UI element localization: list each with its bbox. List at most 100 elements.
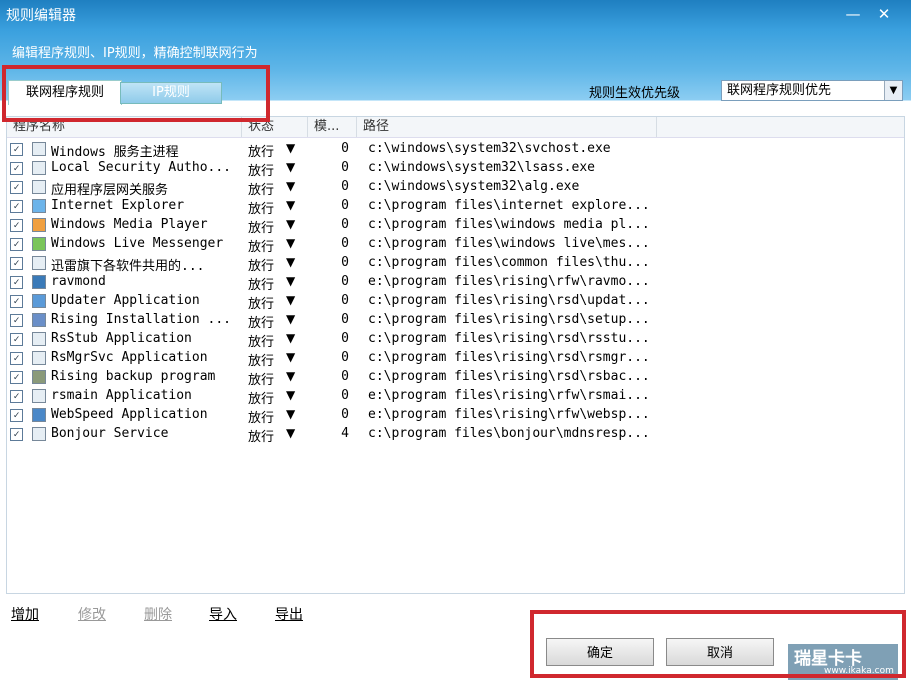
- table-row[interactable]: ✓ Windows Live Messenger 放行 ▼ 0 c:\program fi…: [7, 235, 904, 255]
- status-dropdown-icon[interactable]: ▼: [286, 160, 295, 174]
- row-checkbox[interactable]: ✓: [10, 428, 23, 441]
- delete-button[interactable]: 删除: [144, 604, 172, 624]
- status-text: 放行: [248, 335, 275, 350]
- program-path: c:\program files\bonjour\mdnsresp...: [368, 426, 650, 441]
- cancel-button[interactable]: 取消: [666, 638, 774, 666]
- table-row[interactable]: ✓ 应用程序层网关服务 放行 ▼ 0 c:\windows\system32\alg.ex…: [7, 178, 904, 198]
- mode-value: 0: [341, 274, 349, 289]
- row-checkbox[interactable]: ✓: [10, 333, 23, 346]
- row-checkbox[interactable]: ✓: [10, 371, 23, 384]
- table-row[interactable]: ✓ Updater Application 放行 ▼ 0 c:\program files…: [7, 292, 904, 312]
- row-checkbox[interactable]: ✓: [10, 295, 23, 308]
- program-name: rsmain Application: [51, 388, 192, 403]
- table-row[interactable]: ✓ Rising backup program 放行 ▼ 0 c:\program fil…: [7, 368, 904, 388]
- status-cell: 放行 ▼: [248, 369, 308, 388]
- row-checkbox[interactable]: ✓: [10, 181, 23, 194]
- status-dropdown-icon[interactable]: ▼: [286, 179, 295, 193]
- program-name: 迅雷旗下各软件共用的...: [51, 259, 205, 274]
- table-row[interactable]: ✓ Bonjour Service 放行 ▼ 4 c:\program files\bon…: [7, 425, 904, 445]
- program-name: Local Security Autho...: [51, 160, 232, 175]
- status-text: 放行: [248, 145, 275, 160]
- status-dropdown-icon[interactable]: ▼: [286, 350, 295, 364]
- status-dropdown-icon[interactable]: ▼: [286, 255, 295, 269]
- media-player-icon: [32, 218, 46, 232]
- row-checkbox[interactable]: ✓: [10, 162, 23, 175]
- minimize-icon[interactable]: —: [843, 4, 863, 24]
- webspeed-icon: [32, 408, 46, 422]
- row-checkbox[interactable]: ✓: [10, 200, 23, 213]
- mode-value: 0: [341, 312, 349, 327]
- status-dropdown-icon[interactable]: ▼: [286, 198, 295, 212]
- priority-dropdown[interactable]: 联网程序规则优先 ▼: [721, 80, 903, 101]
- status-dropdown-icon[interactable]: ▼: [286, 331, 295, 345]
- tab-ip-rules[interactable]: IP规则: [120, 82, 222, 104]
- column-header-mode[interactable]: 模...: [308, 117, 357, 137]
- row-checkbox[interactable]: ✓: [10, 143, 23, 156]
- program-path: c:\program files\rising\rsd\rsmgr...: [368, 350, 650, 365]
- row-checkbox[interactable]: ✓: [10, 257, 23, 270]
- list-header: 程序名称 状态 模... 路径: [7, 117, 904, 138]
- program-name: Bonjour Service: [51, 426, 169, 441]
- import-button[interactable]: 导入: [209, 604, 237, 624]
- row-checkbox[interactable]: ✓: [10, 390, 23, 403]
- table-row[interactable]: ✓ 迅雷旗下各软件共用的... 放行 ▼ 0 c:\program files\commo…: [7, 254, 904, 274]
- status-dropdown-icon[interactable]: ▼: [286, 293, 295, 307]
- watermark-url: www.ikaka.com: [824, 666, 894, 676]
- priority-label: 规则生效优先级: [589, 86, 681, 101]
- table-row[interactable]: ✓ ravmond 放行 ▼ 0 e:\program files\rising\rfw\…: [7, 273, 904, 293]
- rules-list[interactable]: 程序名称 状态 模... 路径 ✓ Windows 服务主进程 放行 ▼ 0 c:\win…: [6, 116, 905, 594]
- mode-value: 0: [341, 388, 349, 403]
- table-row[interactable]: ✓ WebSpeed Application 放行 ▼ 0 e:\program file…: [7, 406, 904, 426]
- status-dropdown-icon[interactable]: ▼: [286, 426, 295, 440]
- row-checkbox[interactable]: ✓: [10, 352, 23, 365]
- window-icon: [32, 332, 46, 346]
- program-name: RsMgrSvc Application: [51, 350, 208, 365]
- status-text: 放行: [248, 297, 275, 312]
- tab-program-rules[interactable]: 联网程序规则: [8, 80, 122, 105]
- program-path: c:\program files\windows media pl...: [368, 217, 650, 232]
- mode-value: 0: [341, 369, 349, 384]
- close-icon[interactable]: ✕: [874, 4, 894, 24]
- table-row[interactable]: ✓ RsMgrSvc Application 放行 ▼ 0 c:\program file…: [7, 349, 904, 369]
- status-dropdown-icon[interactable]: ▼: [286, 312, 295, 326]
- ok-button[interactable]: 确定: [546, 638, 654, 666]
- status-cell: 放行 ▼: [248, 350, 308, 369]
- program-name: RsStub Application: [51, 331, 192, 346]
- status-cell: 放行 ▼: [248, 426, 308, 445]
- row-checkbox[interactable]: ✓: [10, 314, 23, 327]
- table-row[interactable]: ✓ Internet Explorer 放行 ▼ 0 c:\program files\i…: [7, 197, 904, 217]
- column-header-path[interactable]: 路径: [357, 117, 657, 137]
- status-dropdown-icon[interactable]: ▼: [286, 141, 295, 155]
- export-button[interactable]: 导出: [275, 604, 303, 624]
- column-header-status[interactable]: 状态: [242, 117, 308, 137]
- status-cell: 放行 ▼: [248, 388, 308, 407]
- status-dropdown-icon[interactable]: ▼: [286, 274, 295, 288]
- program-name: Rising backup program: [51, 369, 216, 384]
- title-bar: 规则编辑器 — ✕: [0, 0, 911, 30]
- status-cell: 放行 ▼: [248, 160, 308, 179]
- chevron-down-icon[interactable]: ▼: [884, 81, 902, 100]
- table-row[interactable]: ✓ Windows 服务主进程 放行 ▼ 0 c:\windows\system32\sv…: [7, 140, 904, 160]
- status-dropdown-icon[interactable]: ▼: [286, 407, 295, 421]
- column-header-name[interactable]: 程序名称: [7, 117, 242, 137]
- program-path: c:\program files\rising\rsd\rsstu...: [368, 331, 650, 346]
- table-row[interactable]: ✓ Windows Media Player 放行 ▼ 0 c:\program file…: [7, 216, 904, 236]
- window-icon: [32, 351, 46, 365]
- status-dropdown-icon[interactable]: ▼: [286, 388, 295, 402]
- status-dropdown-icon[interactable]: ▼: [286, 236, 295, 250]
- status-dropdown-icon[interactable]: ▼: [286, 217, 295, 231]
- window-icon: [32, 161, 46, 175]
- row-checkbox[interactable]: ✓: [10, 238, 23, 251]
- row-checkbox[interactable]: ✓: [10, 219, 23, 232]
- window-icon: [32, 256, 46, 270]
- table-row[interactable]: ✓ RsStub Application 放行 ▼ 0 c:\program files\…: [7, 330, 904, 350]
- program-path: c:\program files\rising\rsd\rsbac...: [368, 369, 650, 384]
- add-button[interactable]: 增加: [11, 604, 39, 624]
- status-dropdown-icon[interactable]: ▼: [286, 369, 295, 383]
- edit-button[interactable]: 修改: [78, 604, 106, 624]
- table-row[interactable]: ✓ rsmain Application 放行 ▼ 0 e:\program files\…: [7, 387, 904, 407]
- row-checkbox[interactable]: ✓: [10, 409, 23, 422]
- table-row[interactable]: ✓ Rising Installation ... 放行 ▼ 0 c:\program f…: [7, 311, 904, 331]
- table-row[interactable]: ✓ Local Security Autho... 放行 ▼ 0 c:\windows\s…: [7, 159, 904, 179]
- row-checkbox[interactable]: ✓: [10, 276, 23, 289]
